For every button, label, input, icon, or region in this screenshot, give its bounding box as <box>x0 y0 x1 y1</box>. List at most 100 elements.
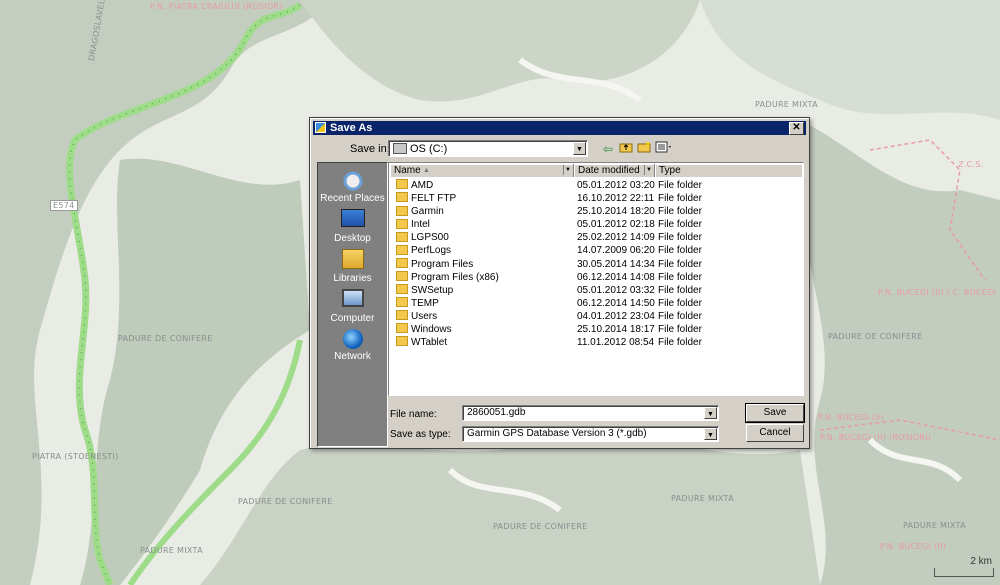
map-scale-bar <box>934 568 994 577</box>
file-type-cell: File folder <box>658 271 702 283</box>
map-label: PIATRA (STOENESTI) <box>32 452 119 461</box>
computer-icon <box>341 289 364 307</box>
file-name-input[interactable]: 2860051.gdb ▼ <box>462 405 719 421</box>
chevron-down-icon[interactable]: ▼ <box>704 407 717 419</box>
view-menu-icon[interactable] <box>654 141 674 157</box>
column-date-label: Date modified <box>578 165 640 176</box>
file-row[interactable]: SWSetup 05.01.2012 03:32 File folder <box>390 284 802 297</box>
save-in-dropdown[interactable]: OS (C:) ▼ <box>388 140 588 157</box>
file-date-cell: 05.01.2012 03:20 <box>577 180 655 191</box>
place-computer[interactable]: Computer <box>318 289 387 324</box>
file-name-text: Program Files (x86) <box>411 271 499 283</box>
map-label-park: P.N. BUCEGI (II) <box>880 542 947 551</box>
file-row[interactable]: Intel 05.01.2012 02:18 File folder <box>390 218 802 231</box>
file-name-cell: Intel <box>396 218 430 231</box>
file-name-text: Program Files <box>411 258 474 270</box>
dialog-titlebar[interactable]: Save As ✕ <box>313 121 806 135</box>
up-folder-icon[interactable] <box>618 141 634 157</box>
column-header-date[interactable]: Date modified ▼ <box>574 164 655 177</box>
file-name-cell: AMD <box>396 179 433 192</box>
file-name-cell: WTablet <box>396 336 447 349</box>
file-row[interactable]: Program Files (x86) 06.12.2014 14:08 File … <box>390 271 802 284</box>
file-name-text: SWSetup <box>411 284 454 296</box>
network-icon <box>342 329 363 349</box>
column-header-type[interactable]: Type <box>655 164 804 177</box>
file-list[interactable]: Name ▲ ▼ Date modified ▼ Type AMD 05.01.2… <box>388 162 804 396</box>
save-in-value: OS (C:) <box>410 143 448 155</box>
save-button[interactable]: Save <box>745 403 805 423</box>
cancel-button[interactable]: Cancel <box>746 424 804 442</box>
column-header-name[interactable]: Name ▲ ▼ <box>390 164 574 177</box>
file-name-cell: TEMP <box>396 297 439 310</box>
folder-icon <box>396 231 408 242</box>
chevron-down-icon[interactable]: ▼ <box>704 428 717 440</box>
places-bar: Recent Places Desktop Libraries Computer… <box>317 162 388 447</box>
file-row[interactable]: Program Files 30.05.2014 14:34 File folder <box>390 257 802 271</box>
file-name-cell: Windows <box>396 323 452 336</box>
file-date-cell: 25.02.2012 14:09 <box>577 232 655 244</box>
folder-icon <box>396 179 408 190</box>
file-date-cell: 05.01.2012 03:32 <box>577 284 655 296</box>
file-date-cell: 04.01.2012 23:04 <box>577 310 655 322</box>
file-date-cell: 16.10.2012 22:11 <box>577 193 655 205</box>
file-row[interactable]: Windows 25.10.2014 18:17 File folder <box>390 323 802 336</box>
file-row[interactable]: LGPS00 25.02.2012 14:09 File folder <box>390 231 802 244</box>
file-row[interactable]: WTablet 11.01.2012 08:54 File folder <box>390 336 802 349</box>
place-desktop[interactable]: Desktop <box>318 209 387 244</box>
file-type-cell: File folder <box>658 206 702 218</box>
file-rows: AMD 05.01.2012 03:20 File folder FELT FTP 16… <box>390 179 802 349</box>
file-type-cell: File folder <box>658 232 702 244</box>
chevron-down-icon[interactable]: ▼ <box>573 142 586 155</box>
file-name-text: PerfLogs <box>411 245 452 257</box>
save-as-type-label: Save as type: <box>390 429 451 440</box>
file-name-cell: SWSetup <box>396 284 453 297</box>
file-name-cell: Garmin <box>396 205 444 218</box>
file-name-cell: PerfLogs <box>396 244 451 257</box>
app-icon <box>315 122 326 133</box>
new-folder-icon[interactable] <box>636 141 652 157</box>
file-type-cell: File folder <box>658 193 702 205</box>
folder-icon <box>396 323 408 334</box>
libraries-icon <box>341 249 364 269</box>
folder-icon <box>396 284 408 295</box>
back-arrow-icon[interactable]: ⇦ <box>600 141 616 157</box>
file-name-value: 2860051.gdb <box>467 407 526 418</box>
place-label: Desktop <box>334 233 371 244</box>
file-type-cell: File folder <box>658 284 702 296</box>
place-recent-places[interactable]: Recent Places <box>318 169 387 204</box>
file-name-text: WTablet <box>411 337 448 349</box>
file-row[interactable]: TEMP 06.12.2014 14:50 File folder <box>390 297 802 310</box>
file-name-text: Users <box>411 310 438 322</box>
file-name-cell: Program Files (x86) <box>396 271 499 284</box>
file-row[interactable]: Garmin 25.10.2014 18:20 File folder <box>390 205 802 218</box>
file-row[interactable]: PerfLogs 14.07.2009 06:20 File folder <box>390 244 802 257</box>
close-button[interactable]: ✕ <box>789 122 804 135</box>
file-type-cell: File folder <box>658 219 702 231</box>
map-label: PADURE DE CONIFERE <box>493 522 588 531</box>
file-list-header: Name ▲ ▼ Date modified ▼ Type <box>390 164 802 177</box>
map-label-park: P.N. BUCEGI (II) I.C. BUCEGI <box>878 288 997 297</box>
place-libraries[interactable]: Libraries <box>318 249 387 284</box>
column-type-label: Type <box>659 165 681 176</box>
file-type-cell: File folder <box>658 258 702 270</box>
place-network[interactable]: Network <box>318 329 387 362</box>
map-label: PADURE MIXTA <box>671 494 734 503</box>
file-name-text: TEMP <box>411 297 439 309</box>
map-scale-label: 2 km <box>970 556 992 567</box>
file-row[interactable]: Users 04.01.2012 23:04 File folder <box>390 310 802 323</box>
save-as-type-dropdown[interactable]: Garmin GPS Database Version 3 (*.gdb) ▼ <box>462 426 719 442</box>
file-type-cell: File folder <box>658 310 702 322</box>
chevron-down-icon[interactable]: ▼ <box>563 165 572 175</box>
chevron-down-icon[interactable]: ▼ <box>644 165 653 175</box>
map-label: PADURE MIXTA <box>140 546 203 555</box>
map-label: PADURE MIXTA <box>903 521 966 530</box>
dialog-title: Save As <box>330 122 373 134</box>
folder-icon <box>396 336 408 347</box>
file-type-cell: File folder <box>658 324 702 336</box>
file-row[interactable]: FELT FTP 16.10.2012 22:11 File folder <box>390 192 802 205</box>
map-label-park: P.N. BUCEGI (II) (ROSIORI) <box>820 433 932 442</box>
file-date-cell: 06.12.2014 14:50 <box>577 297 655 309</box>
file-date-cell: 11.01.2012 08:54 <box>577 337 655 349</box>
file-row[interactable]: AMD 05.01.2012 03:20 File folder <box>390 179 802 192</box>
file-type-cell: File folder <box>658 245 702 257</box>
